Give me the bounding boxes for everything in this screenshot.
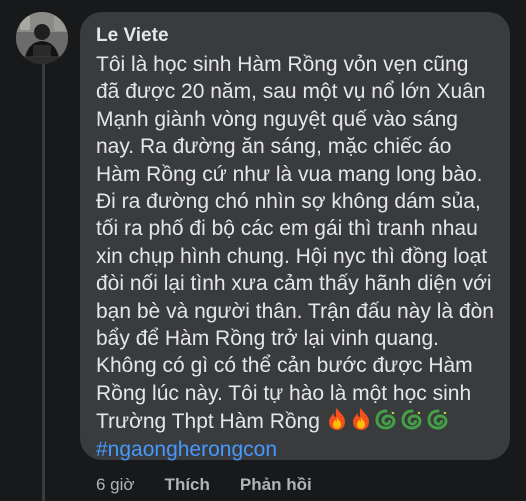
comment-line: bẩy để Hàm Rồng trở lại vinh quang. (96, 327, 439, 351)
comment-line: Tôi là học sinh Hàm Rồng vỏn vẹn cũng (96, 53, 469, 76)
dragon-icon (427, 409, 448, 430)
comment-line: nay. Ra đường ăn sáng, mặc chiếc áo (96, 135, 452, 159)
comment-line-with-emojis: Trường Thpt Hàm Rồng (96, 407, 494, 435)
comment-line: Trường Thpt Hàm Rồng (96, 410, 320, 434)
comment-line: Không có gì có thể cản bước được Hàm (96, 354, 473, 378)
comment-line: Đi ra đường chó nhìn sợ không dám sủa, (96, 190, 481, 214)
comment-line: tối ra phố đi bộ các em gái thì tranh nh… (96, 217, 478, 241)
dragon-icon (375, 409, 396, 430)
hashtag-link[interactable]: #ngaongherongcon (96, 436, 494, 463)
comment-line: Hàm Rồng cứ như là vua mang long bào. (96, 162, 483, 186)
comment-actions: 6 giờ Thích Phản hồi (96, 474, 312, 496)
fire-icon (328, 408, 345, 431)
comment-text: Tôi là học sinh Hàm Rồng vỏn vẹn cũng đã… (96, 51, 494, 436)
comment-line: xin chụp hình chung. Hội nyc thì đồng lo… (96, 244, 488, 268)
comment-line: bạn bè và người thân. Trận đấu này là đò… (96, 299, 494, 323)
comment-author[interactable]: Le Viete (96, 24, 494, 48)
comment-line: Rồng lúc này. Tôi tự hào là một học sinh (96, 381, 472, 405)
user-avatar-photo (16, 12, 68, 64)
comment-thread: Le Viete Tôi là học sinh Hàm Rồng vỏn vẹ… (0, 0, 526, 501)
reply-button[interactable]: Phản hồi (240, 474, 312, 496)
like-button[interactable]: Thích (165, 474, 210, 496)
emoji-group (326, 407, 450, 431)
dragon-icon (401, 409, 422, 430)
thread-connector-line (42, 64, 45, 501)
fire-icon (352, 408, 369, 431)
avatar[interactable] (16, 12, 68, 64)
comment-timestamp[interactable]: 6 giờ (96, 474, 135, 496)
comment-line: đã được 20 năm, sau một vụ nổ lớn Xuân (96, 80, 486, 104)
comment-bubble: Le Viete Tôi là học sinh Hàm Rồng vỏn vẹ… (80, 12, 510, 463)
comment-line: Mạnh giành vòng nguyệt quế vào sáng (96, 107, 458, 131)
comment-line: đòi nối lại tình xưa cảm thấy hãnh diện … (96, 272, 492, 296)
